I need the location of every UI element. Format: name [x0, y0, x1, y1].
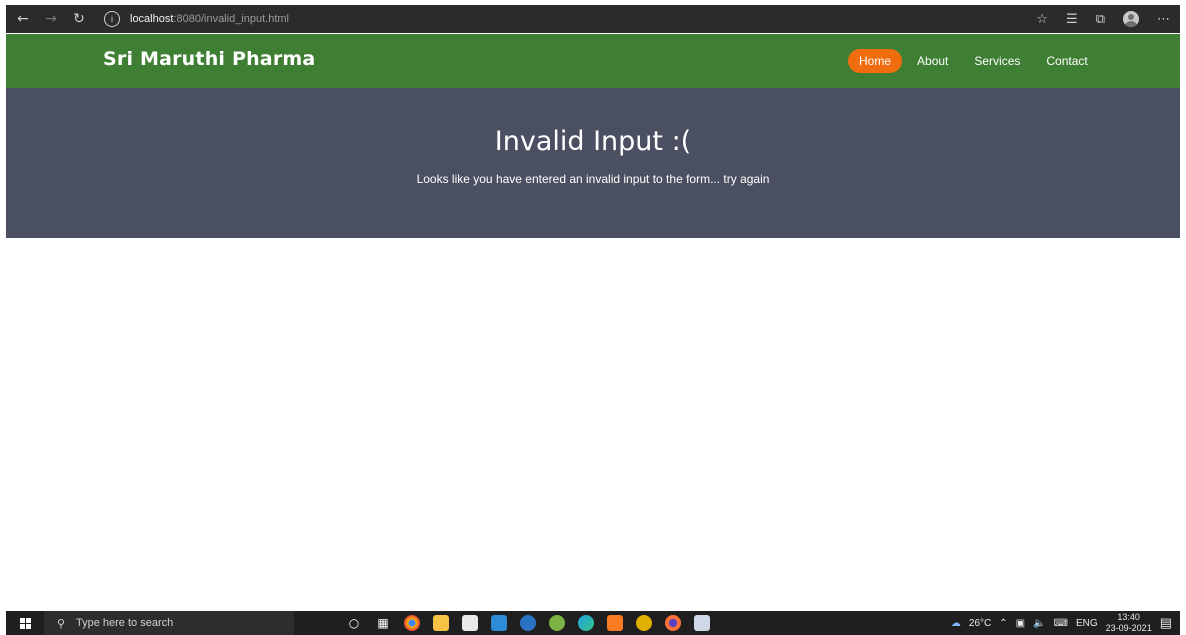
task-view-icon[interactable]: ▦ — [375, 615, 391, 631]
refresh-icon[interactable]: ↻ — [68, 8, 90, 30]
system-tray: ☁ 26°C ⌃ ▣ 🔈 ⌨ ENG 13:40 23-09-2021 ▤ — [951, 611, 1172, 635]
chrome-canary-icon[interactable] — [636, 615, 652, 631]
browser-toolbar: ← → ↻ i localhost:8080/invalid_input.htm… — [6, 5, 1180, 33]
chrome-icon[interactable] — [404, 615, 420, 631]
url-host: localhost — [130, 13, 174, 25]
xampp-icon[interactable] — [607, 615, 623, 631]
page-title: Invalid Input :( — [494, 126, 692, 157]
battery-icon[interactable]: ▣ — [1016, 618, 1025, 629]
more-icon[interactable]: ⋯ — [1157, 12, 1170, 27]
weather-icon[interactable]: ☁ — [951, 618, 961, 629]
nav-contact-link[interactable]: Contact — [1035, 49, 1098, 73]
collections-icon[interactable]: ⧉ — [1096, 12, 1105, 27]
brand-logo[interactable]: Sri Maruthi Pharma — [103, 48, 315, 70]
app-icon[interactable] — [694, 615, 710, 631]
favorites-star-icon[interactable]: ☆ — [1036, 12, 1048, 27]
nav-about-link[interactable]: About — [906, 49, 959, 73]
favorites-list-icon[interactable]: ☰ — [1066, 12, 1078, 27]
profile-icon[interactable] — [1123, 11, 1139, 27]
edge-icon[interactable] — [578, 615, 594, 631]
language-indicator[interactable]: ENG — [1076, 618, 1098, 629]
mail-icon[interactable] — [491, 615, 507, 631]
start-button[interactable] — [6, 611, 44, 635]
file-explorer-icon[interactable] — [433, 615, 449, 631]
hero-banner: Invalid Input :( Looks like you have ent… — [6, 88, 1180, 238]
clock-date: 23-09-2021 — [1105, 623, 1152, 633]
error-message: Looks like you have entered an invalid i… — [416, 172, 770, 186]
cortana-icon[interactable]: ○ — [346, 615, 362, 631]
address-bar[interactable]: i localhost:8080/invalid_input.html — [104, 11, 289, 27]
tray-chevron-icon[interactable]: ⌃ — [999, 618, 1007, 629]
forward-arrow-icon[interactable]: → — [40, 8, 62, 30]
store-icon[interactable] — [462, 615, 478, 631]
edge-legacy-icon[interactable] — [520, 615, 536, 631]
info-icon[interactable]: i — [104, 11, 120, 27]
weather-temp[interactable]: 26°C — [969, 618, 991, 629]
taskbar-search[interactable]: ⚲ Type here to search — [44, 611, 294, 635]
nav-links: Home About Services Contact — [848, 49, 1103, 73]
back-arrow-icon[interactable]: ← — [12, 8, 34, 30]
volume-icon[interactable]: 🔈 — [1033, 618, 1045, 629]
site-navbar: Sri Maruthi Pharma Home About Services C… — [6, 34, 1180, 88]
nav-services-link[interactable]: Services — [963, 49, 1031, 73]
notifications-icon[interactable]: ▤ — [1160, 615, 1172, 631]
windows-taskbar: ⚲ Type here to search ○ ▦ ☁ 26°C ⌃ ▣ 🔈 ⌨… — [6, 611, 1180, 635]
firefox-icon[interactable] — [665, 615, 681, 631]
url-path: :8080/invalid_input.html — [173, 13, 289, 25]
clock-time: 13:40 — [1117, 612, 1140, 622]
taskbar-apps: ○ ▦ — [346, 615, 710, 631]
search-placeholder: Type here to search — [76, 617, 174, 629]
windows-logo-icon — [19, 617, 31, 629]
nav-home-link[interactable]: Home — [848, 49, 903, 73]
keyboard-icon[interactable]: ⌨ — [1054, 618, 1068, 629]
clock[interactable]: 13:40 23-09-2021 — [1106, 612, 1152, 634]
search-icon: ⚲ — [56, 617, 66, 630]
maps-icon[interactable] — [549, 615, 565, 631]
